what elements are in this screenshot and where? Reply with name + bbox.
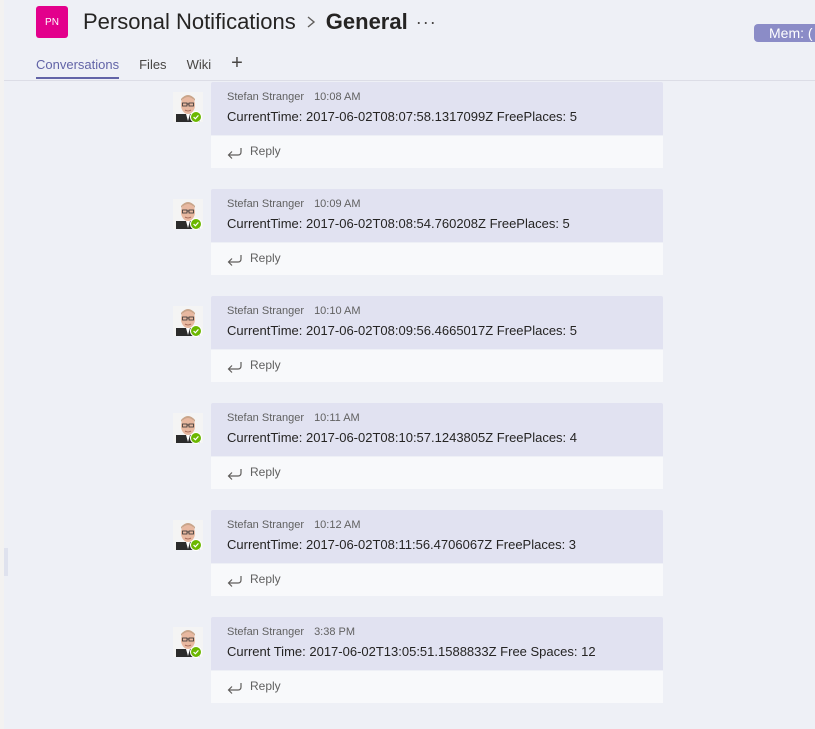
message-author[interactable]: Stefan Stranger xyxy=(227,519,304,531)
message-body: CurrentTime: 2017-06-02T08:09:56.4665017… xyxy=(227,323,577,338)
reply-icon xyxy=(227,362,242,373)
message-thread: Stefan Stranger 10:08 AM CurrentTime: 2017… xyxy=(4,80,815,187)
chevron-right-icon xyxy=(307,16,315,28)
teams-channel-view: PN Personal Notifications General ··· Me… xyxy=(4,0,815,729)
message-thread: Stefan Stranger 10:12 AM CurrentTime: 2017… xyxy=(4,508,815,615)
reply-icon xyxy=(227,148,242,159)
channel-tabs: Conversations Files Wiki + xyxy=(36,52,243,80)
message-thread: Stefan Stranger 10:09 AM CurrentTime: 2017… xyxy=(4,187,815,294)
members-badge[interactable]: Mem: ( xyxy=(754,24,815,42)
message-card: Stefan Stranger 10:12 AM CurrentTime: 2017… xyxy=(211,510,663,563)
reply-icon xyxy=(227,469,242,480)
message-timestamp: 3:38 PM xyxy=(314,626,356,638)
reply-label: Reply xyxy=(250,251,281,265)
reply-button[interactable]: Reply xyxy=(211,670,663,703)
message-timestamp: 10:08 AM xyxy=(314,91,361,103)
message-author[interactable]: Stefan Stranger xyxy=(227,198,304,210)
reply-button[interactable]: Reply xyxy=(211,242,663,275)
reply-button[interactable]: Reply xyxy=(211,456,663,489)
presence-available-icon xyxy=(190,432,202,444)
reply-label: Reply xyxy=(250,358,281,372)
tab-conversations[interactable]: Conversations xyxy=(36,52,120,79)
message-card: Stefan Stranger 10:10 AM CurrentTime: 2017… xyxy=(211,296,663,349)
reply-icon xyxy=(227,576,242,587)
message-timestamp: 10:12 AM xyxy=(314,519,361,531)
message-meta: Stefan Stranger 10:12 AM xyxy=(227,519,361,531)
message-card: Stefan Stranger 3:38 PM Current Time: 2017… xyxy=(211,617,663,670)
reply-icon xyxy=(227,683,242,694)
reply-label: Reply xyxy=(250,144,281,158)
message-body: CurrentTime: 2017-06-02T08:07:58.1317099… xyxy=(227,109,577,124)
team-initials: PN xyxy=(45,16,59,28)
message-body: CurrentTime: 2017-06-02T08:08:54.760208Z… xyxy=(227,216,570,231)
channel-header: PN Personal Notifications General ··· Me… xyxy=(4,0,815,81)
message-timestamp: 10:10 AM xyxy=(314,305,361,317)
message-timestamp: 10:11 AM xyxy=(314,412,360,424)
message-meta: Stefan Stranger 10:09 AM xyxy=(227,198,361,210)
channel-name: General xyxy=(325,9,408,34)
message-author[interactable]: Stefan Stranger xyxy=(227,626,304,638)
message-author[interactable]: Stefan Stranger xyxy=(227,412,304,424)
message-author[interactable]: Stefan Stranger xyxy=(227,305,304,317)
reply-label: Reply xyxy=(250,465,281,479)
message-card: Stefan Stranger 10:11 AM CurrentTime: 2017… xyxy=(211,403,663,456)
message-author[interactable]: Stefan Stranger xyxy=(227,91,304,103)
reply-button[interactable]: Reply xyxy=(211,563,663,596)
reply-button[interactable]: Reply xyxy=(211,135,663,168)
presence-available-icon xyxy=(190,539,202,551)
add-tab-icon[interactable]: + xyxy=(231,53,243,73)
breadcrumb: Personal Notifications General ··· xyxy=(83,6,437,38)
message-thread: Stefan Stranger 3:38 PM Current Time: 2017… xyxy=(4,615,815,722)
message-thread: Stefan Stranger 10:10 AM CurrentTime: 2017… xyxy=(4,294,815,401)
team-name[interactable]: Personal Notifications xyxy=(83,9,296,35)
message-meta: Stefan Stranger 10:10 AM xyxy=(227,305,361,317)
message-meta: Stefan Stranger 3:38 PM xyxy=(227,626,355,638)
message-body: CurrentTime: 2017-06-02T08:11:56.4706067… xyxy=(227,537,577,552)
presence-available-icon xyxy=(190,111,202,123)
message-thread: Stefan Stranger 10:11 AM CurrentTime: 2017… xyxy=(4,401,815,508)
reply-icon xyxy=(227,255,242,266)
message-body: Current Time: 2017-06-02T13:05:51.158883… xyxy=(227,644,596,659)
message-card: Stefan Stranger 10:09 AM CurrentTime: 2017… xyxy=(211,189,663,242)
message-body: CurrentTime: 2017-06-02T08:10:57.1243805… xyxy=(227,430,577,445)
reply-label: Reply xyxy=(250,572,281,586)
presence-available-icon xyxy=(190,646,202,658)
more-options-icon[interactable]: ··· xyxy=(416,12,437,33)
message-timestamp: 10:09 AM xyxy=(314,198,361,210)
reply-label: Reply xyxy=(250,679,281,693)
presence-available-icon xyxy=(190,325,202,337)
message-card: Stefan Stranger 10:08 AM CurrentTime: 2017… xyxy=(211,82,663,135)
message-meta: Stefan Stranger 10:11 AM xyxy=(227,412,360,424)
reply-button[interactable]: Reply xyxy=(211,349,663,382)
tab-wiki[interactable]: Wiki xyxy=(187,52,212,74)
tab-files[interactable]: Files xyxy=(139,52,166,74)
team-avatar[interactable]: PN xyxy=(36,6,68,38)
presence-available-icon xyxy=(190,218,202,230)
message-meta: Stefan Stranger 10:08 AM xyxy=(227,91,361,103)
